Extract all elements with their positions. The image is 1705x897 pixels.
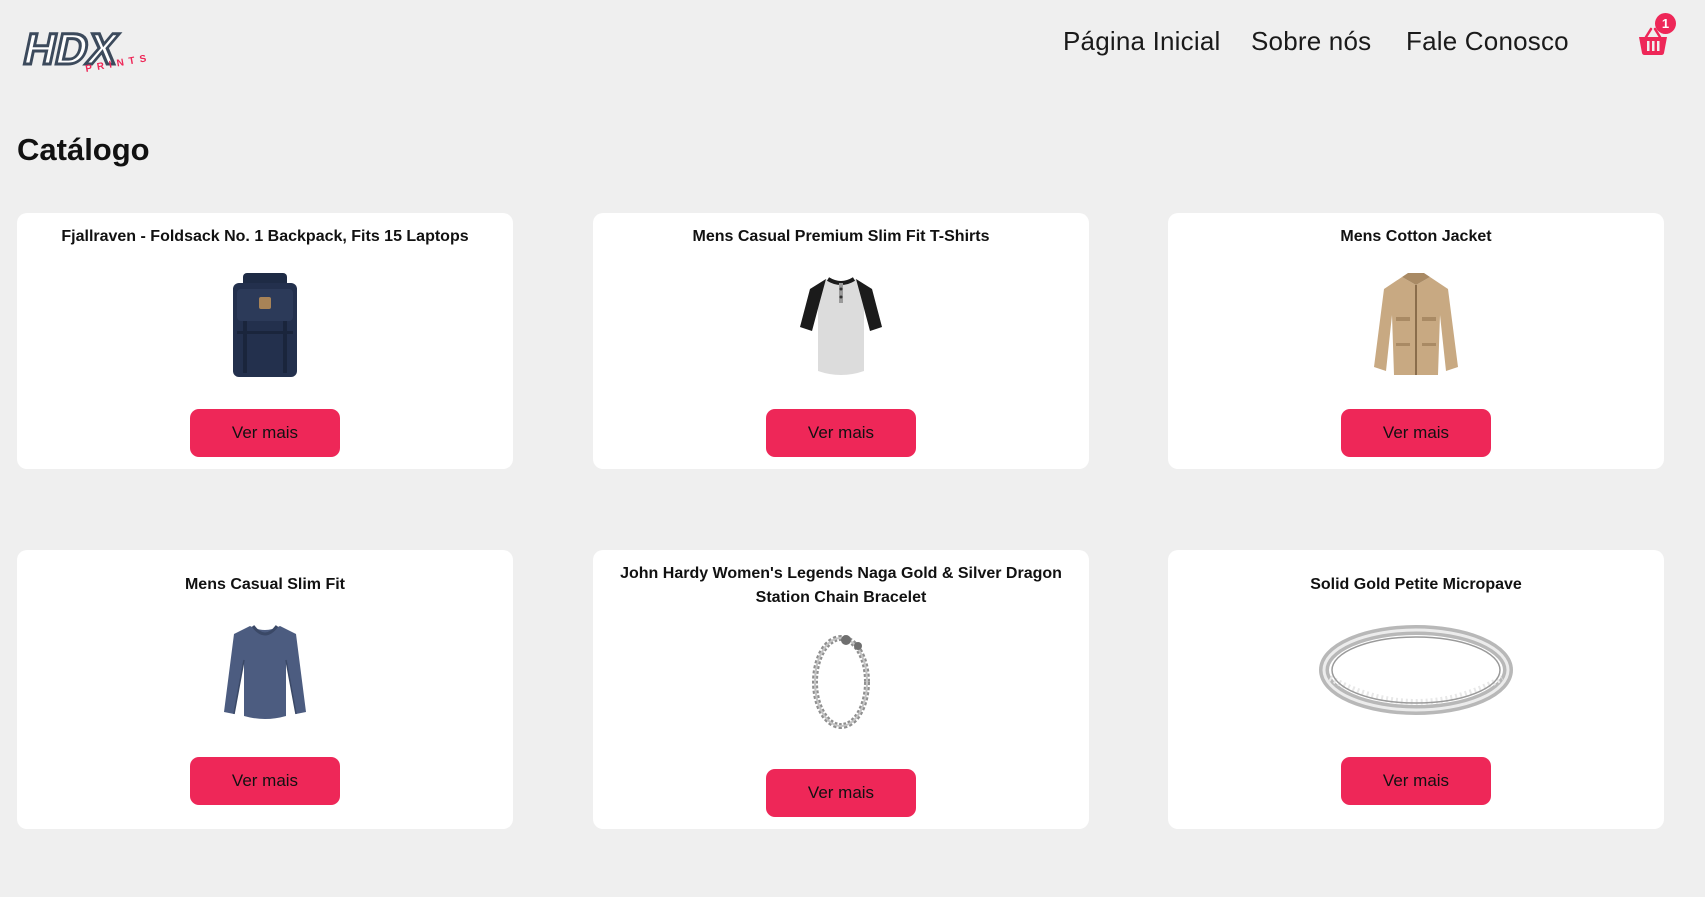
view-more-button[interactable]: Ver mais: [1341, 409, 1491, 457]
product-title: Mens Casual Slim Fit: [184, 576, 346, 593]
bracelet-image: [812, 635, 870, 729]
product-card: Mens Casual Slim Fit Ver mais: [17, 550, 513, 829]
product-card: John Hardy Women's Legends Naga Gold & S…: [593, 550, 1089, 829]
jacket-image: [1374, 273, 1458, 375]
view-more-button[interactable]: Ver mais: [1341, 757, 1491, 805]
product-card: Fjallraven - Foldsack No. 1 Backpack, Fi…: [17, 213, 513, 469]
product-card: Mens Casual Premium Slim Fit T-Shirts Ve…: [593, 213, 1089, 469]
view-more-button[interactable]: Ver mais: [190, 409, 340, 457]
view-more-button[interactable]: Ver mais: [766, 409, 916, 457]
site-header: HDX PRINTS Página Inicial Sobre nós Fale…: [0, 0, 1705, 96]
view-more-button[interactable]: Ver mais: [766, 769, 916, 817]
product-card: Mens Cotton Jacket Ver mais: [1168, 213, 1664, 469]
product-title: John Hardy Women's Legends Naga Gold & S…: [620, 565, 1062, 606]
nav-about[interactable]: Sobre nós: [1251, 26, 1371, 57]
nav-contact[interactable]: Fale Conosco: [1406, 26, 1569, 57]
page-title: Catálogo: [17, 132, 150, 167]
view-more-button[interactable]: Ver mais: [190, 757, 340, 805]
cart-count-badge: 1: [1655, 13, 1676, 34]
product-card: Solid Gold Petite Micropave Ver mais: [1168, 550, 1664, 829]
product-title: Mens Cotton Jacket: [1340, 228, 1492, 245]
product-title: Solid Gold Petite Micropave: [1310, 576, 1522, 593]
brand-logo[interactable]: HDX PRINTS: [14, 14, 164, 76]
ring-image: [1319, 625, 1513, 715]
nav-home[interactable]: Página Inicial: [1063, 26, 1220, 57]
longsleeve-image: [224, 625, 306, 719]
backpack-image: [233, 273, 297, 377]
product-title: Fjallraven - Foldsack No. 1 Backpack, Fi…: [61, 228, 469, 245]
tshirt-image: [800, 277, 882, 375]
product-title: Mens Casual Premium Slim Fit T-Shirts: [692, 228, 990, 245]
